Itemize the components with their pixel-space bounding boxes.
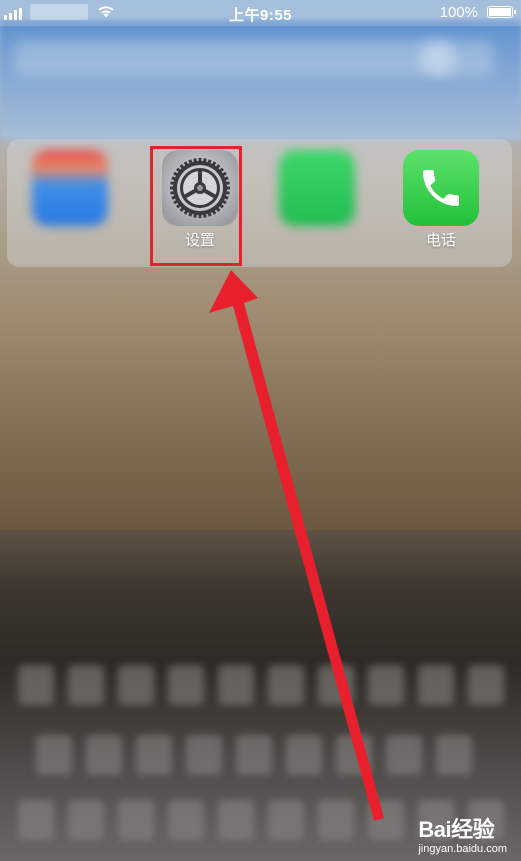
baidu-jingyan-watermark: Bai经验 jingyan.baidu.com	[418, 812, 507, 855]
red-arrow-annotation	[209, 270, 384, 821]
watermark-site: jingyan.baidu.com	[418, 843, 507, 855]
watermark-brand: Bai经验	[418, 812, 507, 844]
watermark-brand-text: Bai经验	[418, 817, 495, 842]
